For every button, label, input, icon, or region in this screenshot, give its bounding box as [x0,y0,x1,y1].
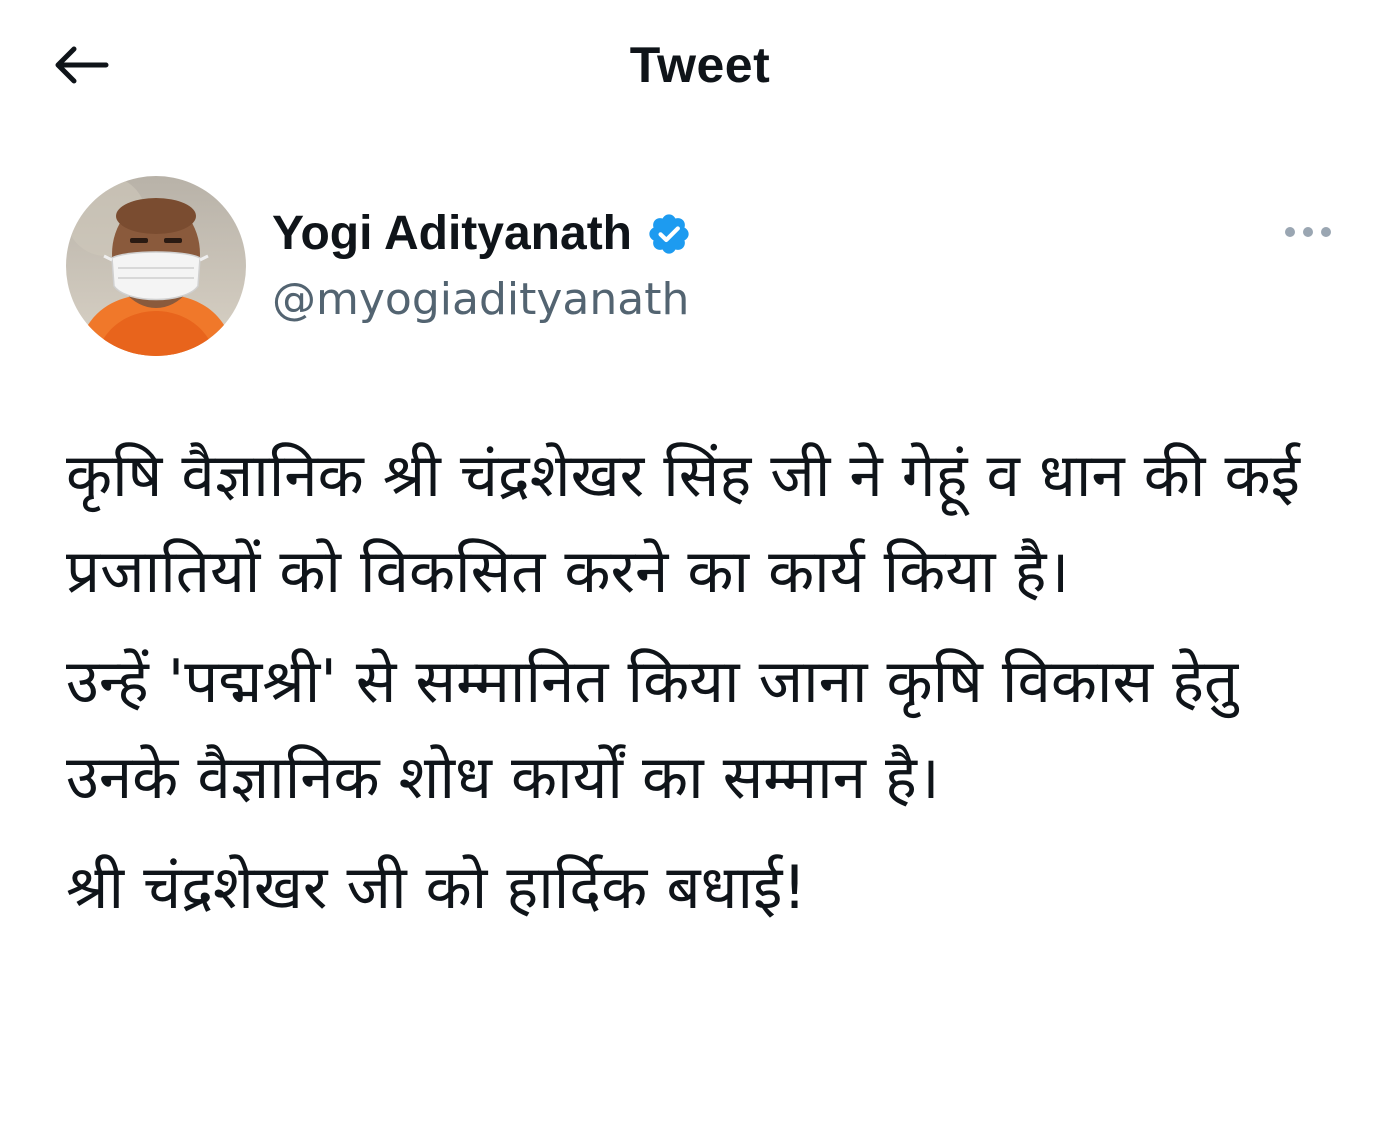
more-horizontal-icon [1285,227,1331,237]
more-options-button[interactable] [1270,212,1346,252]
tweet-paragraph: उन्हें 'पद्मश्री' से सम्मानित किया जाना … [66,647,1239,813]
page-title: Tweet [629,37,771,93]
tweet-text: कृषि वैज्ञानिक श्री चंद्रशेखर सिंह जी ने… [66,428,1346,950]
author-display-name: Yogi Adityanath [272,207,632,260]
tweet-author: Yogi Adityanath @myogiadityanath [66,176,1346,356]
author-handle[interactable]: @myogiadityanath [272,272,689,328]
avatar[interactable] [66,176,246,356]
avatar-photo [66,176,246,356]
top-bar: Tweet [0,0,1400,130]
tweet-paragraph: श्री चंद्रशेखर जी को हार्दिक बधाई! [66,853,807,923]
verified-badge-icon [646,211,692,257]
tweet-paragraph: कृषि वैज्ञानिक श्री चंद्रशेखर सिंह जी ने… [66,441,1300,607]
author-name-row[interactable]: Yogi Adityanath [272,204,692,264]
